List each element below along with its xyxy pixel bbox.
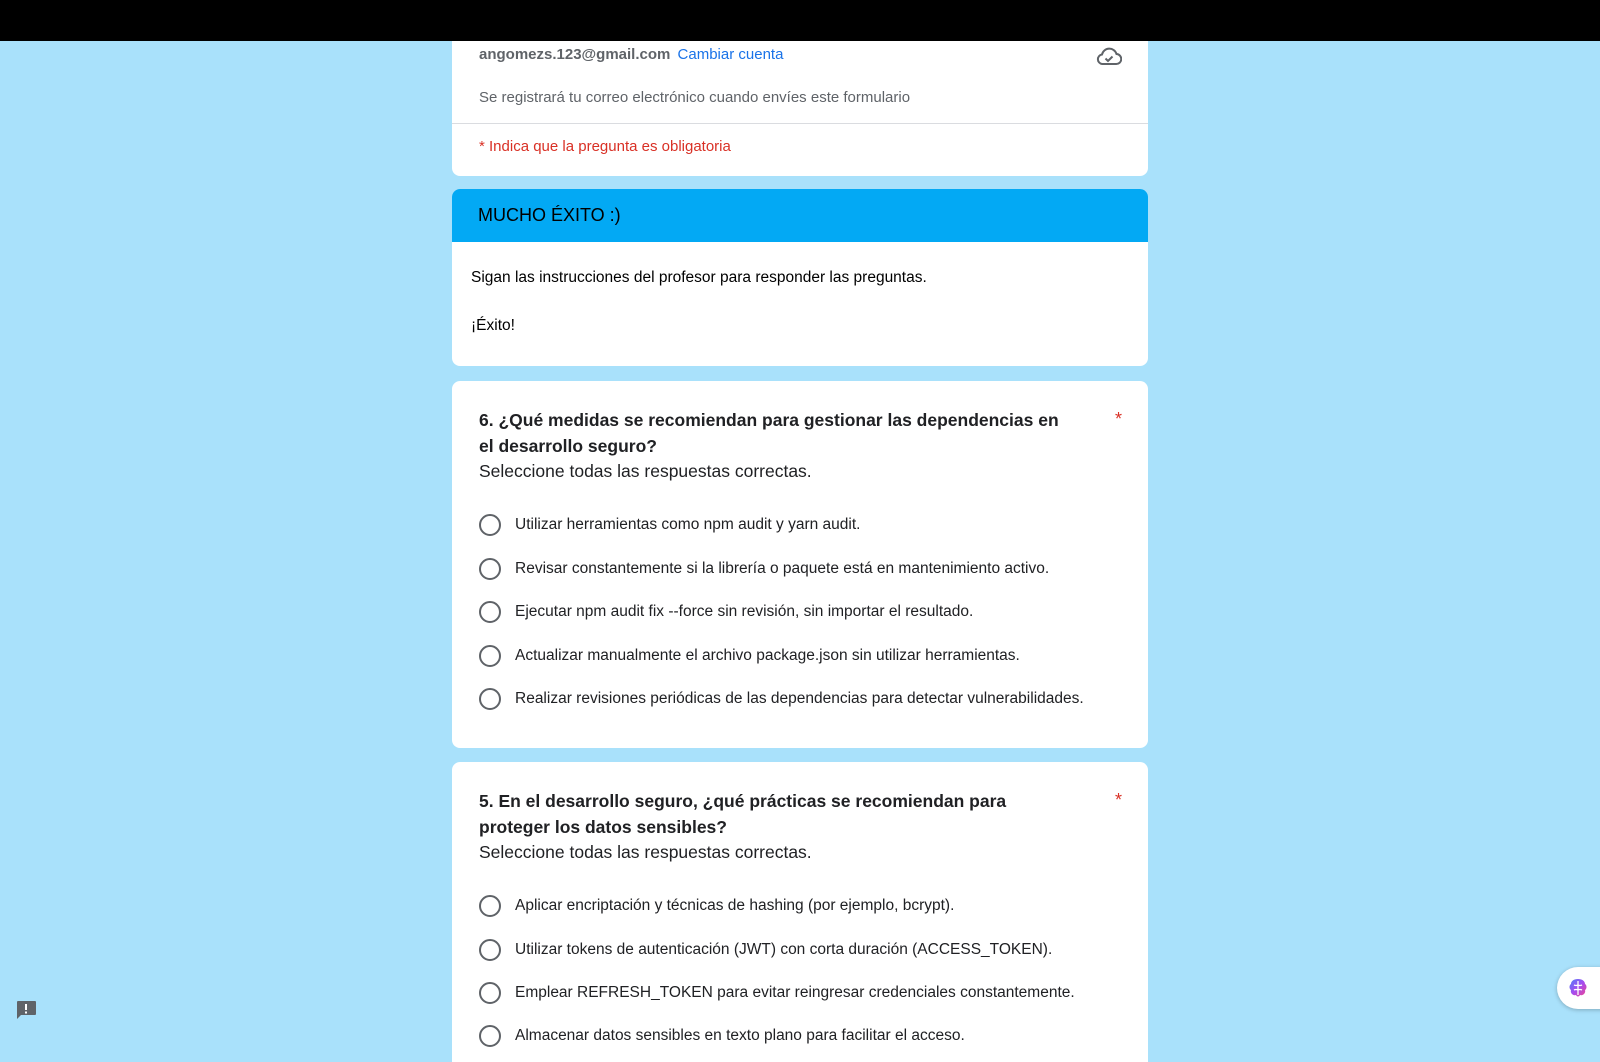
checkbox-option[interactable]: Aplicar encriptación y técnicas de hashi…	[479, 893, 954, 919]
option-label: Actualizar manualmente el archivo packag…	[515, 647, 1020, 664]
brain-icon[interactable]	[1567, 977, 1589, 999]
required-note: * Indica que la pregunta es obligatoria	[479, 138, 731, 155]
checkbox-circle-icon[interactable]	[479, 514, 501, 536]
checkbox-circle-icon[interactable]	[479, 1025, 501, 1047]
email-record-note: Se registrará tu correo electrónico cuan…	[479, 89, 911, 106]
option-label: Realizar revisiones periódicas de las de…	[515, 690, 1084, 707]
option-label: Utilizar tokens de autenticación (JWT) c…	[515, 941, 1053, 958]
assistant-widget[interactable]	[1557, 967, 1600, 1009]
switch-account-link[interactable]: Cambiar cuenta	[678, 46, 784, 63]
option-label: Utilizar herramientas como npm audit y y…	[515, 516, 861, 533]
section-description: Sigan las instrucciones del profesor par…	[471, 269, 927, 286]
checkbox-option[interactable]: Utilizar herramientas como npm audit y y…	[479, 512, 860, 538]
account-row: angomezs.123@gmail.com Cambiar cuenta	[479, 46, 783, 63]
section-description-success: ¡Éxito!	[471, 317, 515, 334]
option-label: Revisar constantemente si la librería o …	[515, 560, 1050, 577]
checkbox-circle-icon[interactable]	[479, 645, 501, 667]
required-asterisk: *	[1114, 790, 1122, 810]
question-card-6: 6. ¿Qué medidas se recomiendan para gest…	[452, 381, 1148, 748]
cloud-check-icon	[1096, 47, 1122, 65]
section-title: MUCHO ÉXITO :)	[452, 189, 1148, 242]
checkbox-circle-icon[interactable]	[479, 558, 501, 580]
option-label: Emplear REFRESH_TOKEN para evitar reingr…	[515, 984, 1075, 1001]
question-title: 5. En el desarrollo seguro, ¿qué práctic…	[479, 791, 1007, 837]
checkbox-option[interactable]: Ejecutar npm audit fix --force sin revis…	[479, 599, 973, 625]
checkbox-circle-icon[interactable]	[479, 601, 501, 623]
question-card-5: 5. En el desarrollo seguro, ¿qué práctic…	[452, 762, 1148, 1062]
question-title: 6. ¿Qué medidas se recomiendan para gest…	[479, 410, 1059, 456]
question-subtitle: Seleccione todas las respuestas correcta…	[479, 461, 812, 481]
account-email: angomezs.123@gmail.com	[479, 46, 671, 63]
question-subtitle: Seleccione todas las respuestas correcta…	[479, 842, 812, 862]
checkbox-circle-icon[interactable]	[479, 895, 501, 917]
option-label: Ejecutar npm audit fix --force sin revis…	[515, 603, 974, 620]
checkbox-circle-icon[interactable]	[479, 982, 501, 1004]
section-card: MUCHO ÉXITO :) Sigan las instrucciones d…	[452, 189, 1148, 366]
browser-top-bar	[0, 0, 1600, 41]
checkbox-option[interactable]: Actualizar manualmente el archivo packag…	[479, 643, 1020, 669]
checkbox-circle-icon[interactable]	[479, 688, 501, 710]
checkbox-option[interactable]: Emplear REFRESH_TOKEN para evitar reingr…	[479, 980, 1075, 1006]
checkbox-option[interactable]: Utilizar tokens de autenticación (JWT) c…	[479, 937, 1052, 963]
checkbox-option[interactable]: Almacenar datos sensibles en texto plano…	[479, 1023, 965, 1049]
option-label: Almacenar datos sensibles en texto plano…	[515, 1027, 965, 1044]
divider	[452, 123, 1148, 124]
report-feedback-icon[interactable]	[14, 998, 38, 1022]
option-label: Aplicar encriptación y técnicas de hashi…	[515, 897, 955, 914]
checkbox-option[interactable]: Realizar revisiones periódicas de las de…	[479, 686, 1084, 712]
required-asterisk: *	[1114, 409, 1122, 429]
form-header-card: angomezs.123@gmail.com Cambiar cuenta Se…	[452, 41, 1148, 176]
checkbox-option[interactable]: Revisar constantemente si la librería o …	[479, 556, 1049, 582]
checkbox-circle-icon[interactable]	[479, 939, 501, 961]
